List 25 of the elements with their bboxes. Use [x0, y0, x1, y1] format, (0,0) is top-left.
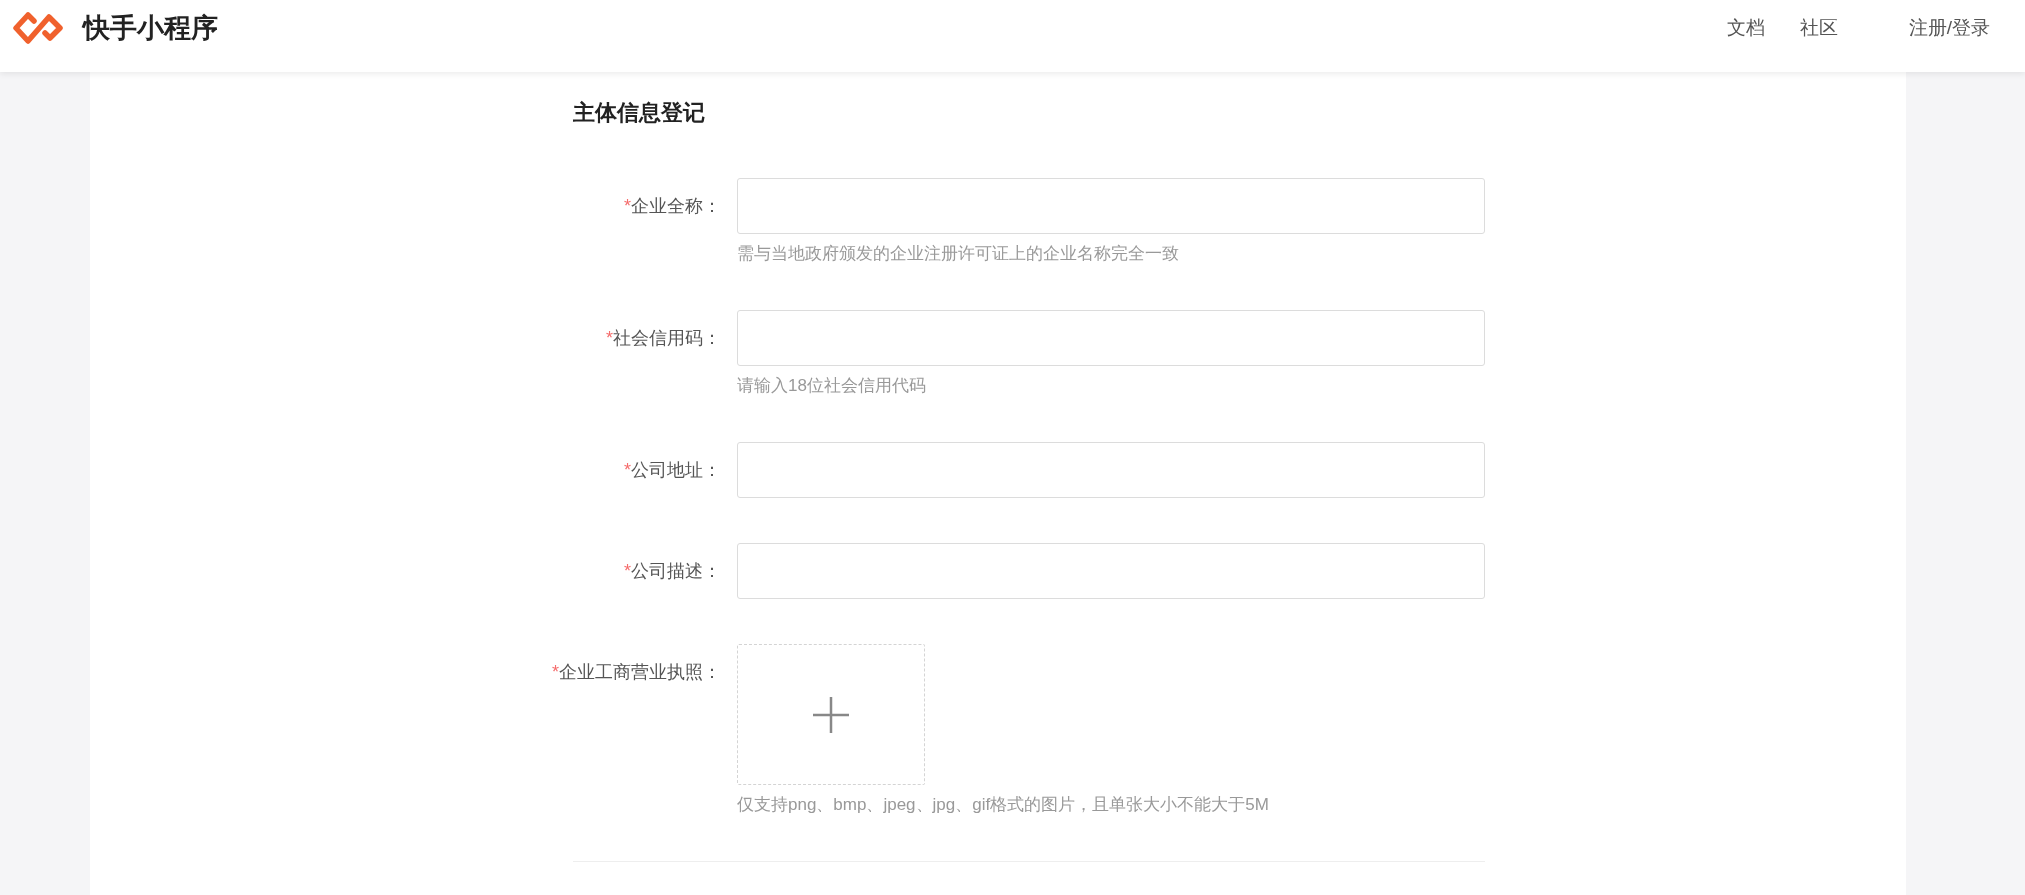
text-input-field[interactable] — [737, 442, 1485, 498]
field-label: 企业工商营业执照： — [559, 662, 721, 682]
required-asterisk: * — [606, 328, 613, 348]
form-title: 主体信息登记 — [573, 101, 705, 125]
plus-icon — [813, 696, 849, 733]
required-asterisk: * — [624, 561, 631, 581]
sign-up-login-link[interactable]: 注册/登录 — [1908, 16, 1990, 40]
field-hint: 仅支持png、bmp、jpeg、jpg、gif格式的图片，且单张大小不能大于5M — [737, 794, 1269, 816]
field-label: 公司描述： — [631, 561, 721, 581]
upload-button[interactable] — [737, 644, 925, 785]
nav-link[interactable]: 社区 — [1799, 16, 1838, 40]
text-input-field[interactable] — [737, 310, 1485, 366]
required-asterisk: * — [624, 196, 631, 216]
field-label: 企业全称： — [631, 196, 721, 216]
field-label: 公司地址： — [631, 460, 721, 480]
logo-icon — [13, 12, 63, 44]
required-asterisk: * — [624, 460, 631, 480]
field-label: 社会信用码： — [613, 328, 721, 348]
field-hint: 请输入18位社会信用代码 — [737, 375, 926, 397]
nav-link[interactable]: 文档 — [1726, 16, 1765, 40]
text-input-field[interactable] — [737, 543, 1485, 599]
field-hint: 需与当地政府颁发的企业注册许可证上的企业名称完全一致 — [737, 243, 1179, 265]
site-title[interactable]: 快手小程序 — [83, 12, 218, 44]
text-input-field[interactable] — [737, 178, 1485, 234]
required-asterisk: * — [552, 662, 559, 682]
